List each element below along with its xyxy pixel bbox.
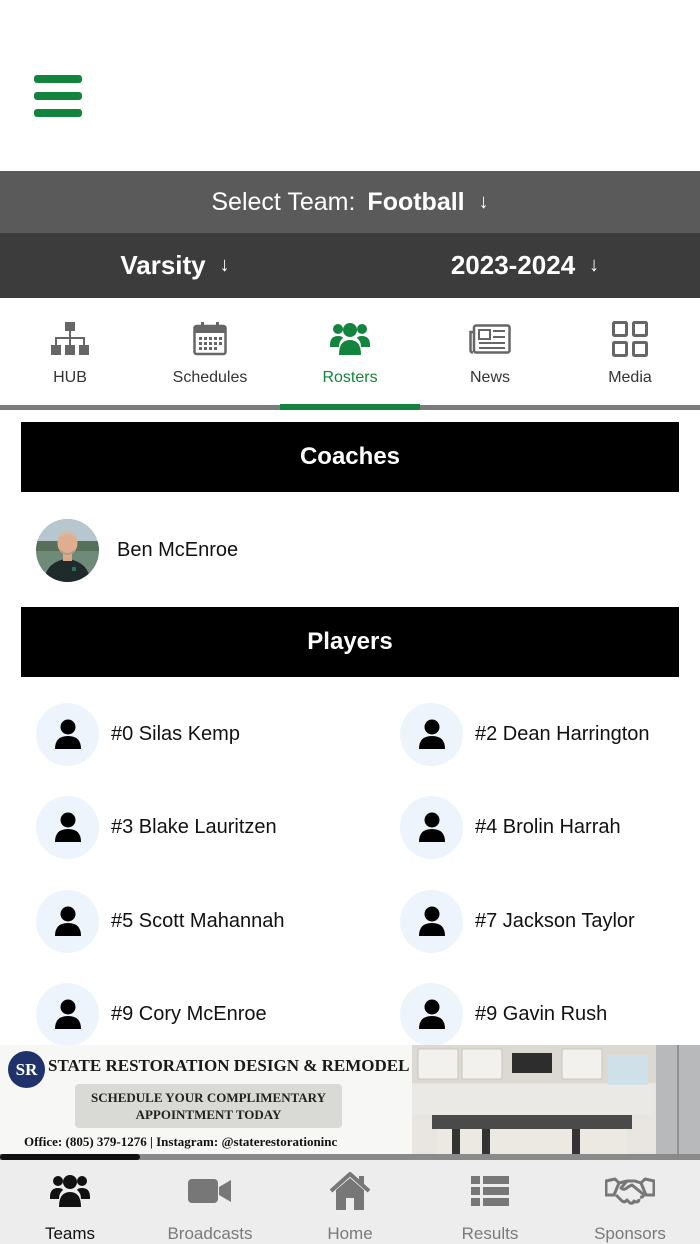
tab-label: Schedules	[172, 369, 248, 386]
teams-icon	[45, 1171, 95, 1211]
coach-name: Ben McEnroe	[117, 538, 239, 561]
grid-icon	[608, 319, 652, 359]
nav-label: Sponsors	[594, 1224, 666, 1243]
coach-item[interactable]: Ben McEnroe	[36, 518, 238, 582]
ad-kitchen-photo	[412, 1045, 700, 1155]
nav-label: Teams	[44, 1224, 96, 1243]
newspaper-icon	[468, 319, 512, 359]
player-item[interactable]: #2 Dean Harrington	[400, 702, 700, 766]
nav-home[interactable]: Home	[280, 1160, 420, 1244]
level-value: Varsity	[120, 250, 206, 280]
users-icon	[328, 319, 372, 359]
ad-title: STATE RESTORATION DESIGN & REMODEL	[48, 1056, 410, 1075]
sponsor-ad-banner[interactable]: SR STATE RESTORATION DESIGN & REMODEL SC…	[0, 1045, 700, 1155]
nav-label: Broadcasts	[167, 1224, 253, 1243]
bottom-nav: Teams Broadcasts Home Results Sponsors	[0, 1160, 700, 1244]
team-selector[interactable]: Select Team: Football ↓	[0, 171, 700, 233]
tab-rosters[interactable]: Rosters	[280, 298, 420, 410]
arrow-down-icon: ↓	[219, 254, 230, 276]
list-icon	[465, 1171, 515, 1211]
nav-results[interactable]: Results	[420, 1160, 560, 1244]
ad-contact: Office: (805) 379-1276 | Instagram: @sta…	[24, 1134, 338, 1149]
tab-label: Rosters	[322, 369, 378, 386]
coach-avatar	[36, 518, 99, 582]
player-item[interactable]: #9 Cory McEnroe	[36, 982, 356, 1046]
players-heading: Players	[21, 607, 679, 677]
tab-news[interactable]: News	[420, 298, 560, 405]
season-value: 2023-2024	[450, 250, 576, 280]
ad-logo: SR	[8, 1051, 45, 1088]
org-chart-icon	[48, 319, 92, 359]
arrow-down-icon: ↓	[589, 254, 600, 276]
person-icon	[36, 702, 99, 766]
player-item[interactable]: #5 Scott Mahannah	[36, 889, 356, 953]
coaches-heading: Coaches	[21, 422, 679, 492]
person-icon	[36, 982, 99, 1046]
video-camera-icon	[185, 1171, 235, 1211]
player-name: #7 Jackson Taylor	[475, 909, 635, 932]
tab-schedules[interactable]: Schedules	[140, 298, 280, 405]
nav-label: Home	[327, 1224, 373, 1243]
player-name: #5 Scott Mahannah	[111, 909, 285, 932]
nav-broadcasts[interactable]: Broadcasts	[140, 1160, 280, 1244]
person-icon	[400, 702, 463, 766]
home-icon	[325, 1171, 375, 1211]
tab-label: News	[469, 369, 510, 386]
hamburger-menu-icon[interactable]	[34, 75, 82, 117]
player-name: #3 Blake Lauritzen	[111, 815, 277, 838]
arrow-down-icon: ↓	[478, 190, 489, 213]
calendar-icon	[188, 319, 232, 359]
nav-label: Results	[461, 1224, 519, 1243]
person-icon	[400, 982, 463, 1046]
player-item[interactable]: #0 Silas Kemp	[36, 702, 356, 766]
player-name: #4 Brolin Harrah	[475, 815, 621, 838]
player-name: #9 Gavin Rush	[475, 1002, 608, 1025]
section-tabs: HUB Schedules Rosters News Media	[0, 298, 700, 410]
ad-cta-box: SCHEDULE YOUR COMPLIMENTARY APPOINTMENT …	[75, 1084, 342, 1128]
player-item[interactable]: #9 Gavin Rush	[400, 982, 700, 1046]
filter-bar: Varsity ↓ 2023-2024 ↓	[0, 233, 700, 298]
person-icon	[36, 889, 99, 953]
tab-label: HUB	[53, 369, 87, 386]
level-selector[interactable]: Varsity ↓	[0, 233, 350, 298]
team-selector-value: Football	[367, 187, 465, 216]
player-item[interactable]: #7 Jackson Taylor	[400, 889, 700, 953]
player-name: #0 Silas Kemp	[111, 722, 240, 745]
team-selector-label: Select Team:	[211, 187, 356, 216]
player-name: #9 Cory McEnroe	[111, 1002, 267, 1025]
player-name: #2 Dean Harrington	[475, 722, 650, 745]
person-icon	[36, 795, 99, 859]
ad-cta-line1: SCHEDULE YOUR COMPLIMENTARY	[91, 1090, 326, 1105]
app-header	[0, 0, 700, 171]
ad-text-panel: SR STATE RESTORATION DESIGN & REMODEL SC…	[0, 1045, 412, 1155]
tab-media[interactable]: Media	[560, 298, 700, 405]
player-item[interactable]: #3 Blake Lauritzen	[36, 795, 356, 859]
handshake-icon	[605, 1171, 655, 1211]
person-icon	[400, 795, 463, 859]
ad-cta-line2: APPOINTMENT TODAY	[135, 1107, 282, 1122]
season-selector[interactable]: 2023-2024 ↓	[350, 233, 700, 298]
nav-sponsors[interactable]: Sponsors	[560, 1160, 700, 1244]
person-icon	[400, 889, 463, 953]
tab-hub[interactable]: HUB	[0, 298, 140, 405]
tab-label: Media	[608, 369, 652, 386]
player-item[interactable]: #4 Brolin Harrah	[400, 795, 700, 859]
nav-teams[interactable]: Teams	[0, 1160, 140, 1244]
